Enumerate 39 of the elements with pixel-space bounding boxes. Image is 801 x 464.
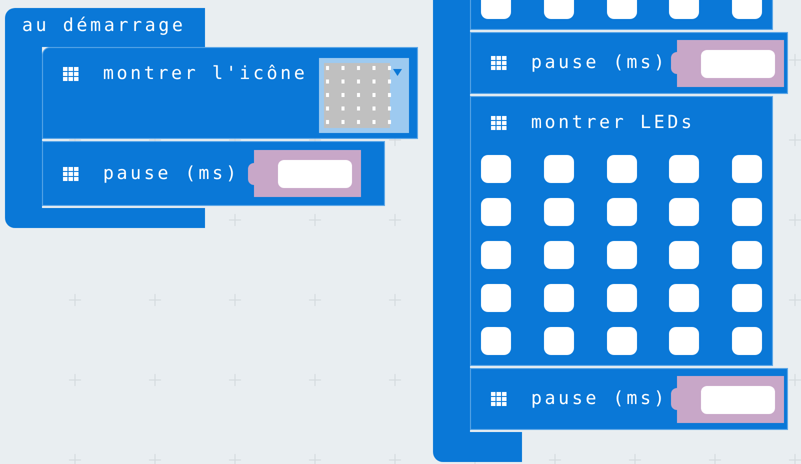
led-toggle[interactable]: [606, 284, 636, 312]
led-toggle[interactable]: [669, 198, 700, 226]
led-toggle[interactable]: [669, 155, 700, 183]
led-toggle[interactable]: [481, 284, 511, 312]
number-field[interactable]: [671, 40, 784, 86]
grid-icon: [491, 116, 507, 130]
event-block-title: au démarrage: [5, 8, 205, 47]
led-toggle[interactable]: [544, 241, 574, 269]
led-toggle[interactable]: [481, 198, 511, 226]
led-toggle[interactable]: [606, 198, 636, 226]
led-toggle[interactable]: [606, 241, 636, 269]
block-label: montrer LEDs: [531, 111, 695, 135]
led-toggle[interactable]: [481, 327, 511, 355]
grid-icon: [63, 166, 79, 180]
led-toggle[interactable]: [481, 241, 511, 269]
led-toggle[interactable]: [732, 198, 762, 226]
led-toggle[interactable]: [606, 155, 636, 183]
led-toggle[interactable]: [606, 327, 636, 355]
led-toggle[interactable]: [669, 284, 700, 312]
block-label: montrer l'icône: [103, 62, 308, 86]
grid-icon: [491, 56, 507, 70]
led-toggle[interactable]: [669, 241, 700, 269]
number-field[interactable]: [248, 150, 362, 197]
led-toggle[interactable]: [732, 284, 762, 312]
led-toggle[interactable]: [544, 327, 574, 355]
block-label: pause (ms): [531, 387, 668, 411]
led-toggle[interactable]: [544, 284, 574, 312]
led-toggle[interactable]: [544, 155, 574, 183]
led-toggle[interactable]: [732, 155, 762, 183]
led-toggle[interactable]: [732, 241, 762, 269]
grid-icon: [491, 392, 507, 406]
led-toggle[interactable]: [732, 327, 762, 355]
block-label: pause (ms): [531, 51, 668, 75]
led-toggle[interactable]: [481, 155, 511, 183]
number-field[interactable]: [671, 376, 784, 422]
led-toggle[interactable]: [544, 198, 574, 226]
block-label: pause (ms): [103, 162, 240, 186]
led-toggle[interactable]: [669, 327, 700, 355]
grid-icon: [63, 67, 79, 81]
